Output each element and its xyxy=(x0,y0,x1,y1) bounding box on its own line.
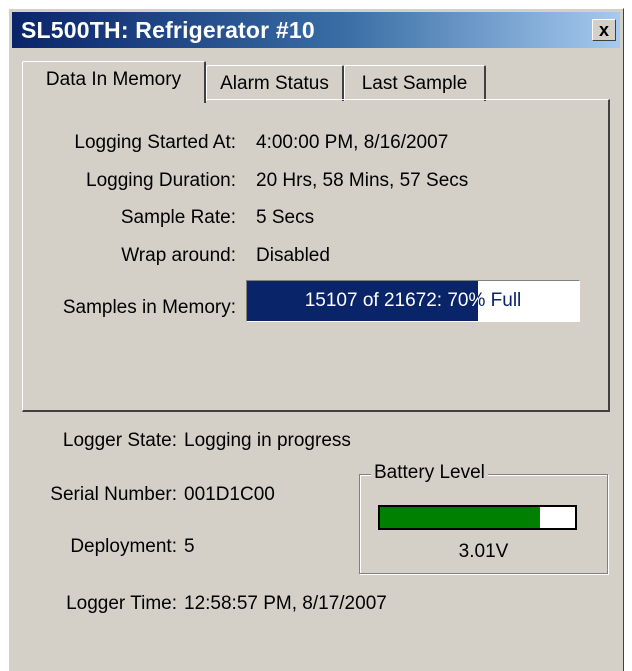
tab-label: Last Sample xyxy=(361,72,468,94)
serial-number-label: Serial Number: xyxy=(50,484,177,505)
battery-level-group: Battery Level 3.01V xyxy=(359,462,608,574)
battery-level-bar xyxy=(378,505,577,530)
tab-last-sample[interactable]: Last Sample xyxy=(344,65,486,101)
title-bar[interactable]: SL500TH: Refrigerator #10 x xyxy=(12,12,620,48)
memory-progress-bar: 15107 of 21672: 70% Full 15107 of 21672:… xyxy=(246,280,580,322)
logger-time-value: 12:58:57 PM, 8/17/2007 xyxy=(184,593,387,614)
logger-state-label: Logger State: xyxy=(62,430,177,451)
window-title: SL500TH: Refrigerator #10 xyxy=(21,17,315,43)
progress-fill: 15107 of 21672: 70% Full xyxy=(247,281,479,321)
battery-level-legend: Battery Level xyxy=(371,462,488,484)
logger-time-label: Logger Time: xyxy=(66,593,177,614)
serial-number-value: 001D1C00 xyxy=(184,484,275,505)
close-icon: x xyxy=(598,20,609,40)
tab-data-in-memory[interactable]: Data In Memory xyxy=(22,61,206,103)
tab-label: Data In Memory xyxy=(45,68,182,90)
logger-state-value: Logging in progress xyxy=(184,430,351,451)
close-button[interactable]: x xyxy=(592,19,616,41)
battery-voltage: 3.01V xyxy=(458,541,509,562)
tab-label: Alarm Status xyxy=(220,72,329,94)
progress-text-overlay: 15107 of 21672: 70% Full xyxy=(304,290,479,311)
deployment-label: Deployment: xyxy=(70,536,177,557)
tab-alarm-status[interactable]: Alarm Status xyxy=(206,65,344,101)
data-in-memory-panel xyxy=(22,99,610,412)
deployment-value: 5 xyxy=(184,536,195,557)
battery-level-fill xyxy=(380,507,540,528)
